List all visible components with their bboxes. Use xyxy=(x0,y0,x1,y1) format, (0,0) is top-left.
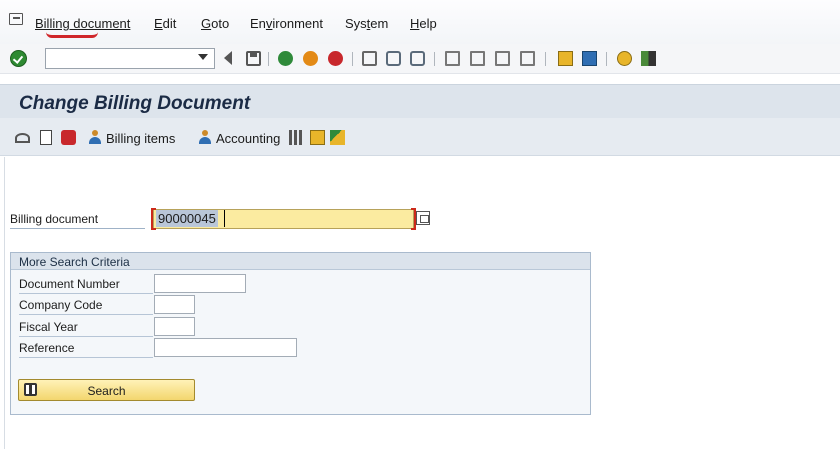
billing-items-icon[interactable] xyxy=(88,130,102,145)
menu-label: elp xyxy=(419,16,437,31)
back-icon[interactable] xyxy=(224,51,232,65)
previous-page-icon[interactable] xyxy=(470,51,485,66)
fiscal-year-input[interactable] xyxy=(154,317,195,336)
first-page-icon[interactable] xyxy=(445,51,460,66)
focus-bracket-left xyxy=(151,208,156,230)
menu-label: Billing document xyxy=(35,16,131,31)
accounting-icon[interactable] xyxy=(198,130,212,145)
text-cursor xyxy=(224,210,225,227)
standard-toolbar xyxy=(0,44,840,74)
menu-mnemonic: E xyxy=(154,16,163,31)
menu-label: dit xyxy=(162,16,177,31)
output-icon[interactable] xyxy=(310,130,325,145)
menu-mnemonic: G xyxy=(201,16,212,31)
menu-label: oto xyxy=(211,16,230,31)
find-next-icon[interactable] xyxy=(410,51,425,66)
document-number-label: Document Number xyxy=(19,277,153,294)
group-title: More Search Criteria xyxy=(11,253,590,270)
company-code-label: Company Code xyxy=(19,298,153,315)
red-annotation-mark xyxy=(46,32,98,38)
menu-icon[interactable] xyxy=(9,13,23,25)
release-icon[interactable] xyxy=(330,130,345,145)
document-number-input[interactable] xyxy=(154,274,246,293)
toolbar-separator xyxy=(352,52,353,66)
company-code-input[interactable] xyxy=(154,295,195,314)
find-icon[interactable] xyxy=(386,51,401,66)
search-help-icon[interactable] xyxy=(416,211,430,225)
toolbar-separator xyxy=(545,52,546,66)
menu-billing-document[interactable]: Billing document xyxy=(35,16,130,31)
exit-icon[interactable] xyxy=(303,51,318,66)
document-flow-icon[interactable] xyxy=(289,130,304,145)
chevron-down-icon[interactable] xyxy=(198,54,208,60)
menu-help[interactable]: Help xyxy=(410,16,437,31)
title-bar: Change Billing Document xyxy=(0,84,840,118)
menu-label: em xyxy=(370,16,389,31)
reference-input[interactable] xyxy=(154,338,297,357)
help-icon[interactable] xyxy=(617,51,632,66)
menu-edit[interactable]: Edit xyxy=(154,16,176,31)
back-green-icon[interactable] xyxy=(278,51,293,66)
reference-label: Reference xyxy=(19,341,153,358)
billing-document-label: Billing document xyxy=(10,212,145,229)
layout-icon[interactable] xyxy=(641,51,656,66)
menu-label: ironment xyxy=(272,16,323,31)
page-title: Change Billing Document xyxy=(19,93,251,114)
command-field[interactable] xyxy=(45,48,215,69)
search-button-label: Search xyxy=(87,384,126,398)
next-page-icon[interactable] xyxy=(495,51,510,66)
print-icon[interactable] xyxy=(362,51,377,66)
menu-system[interactable]: System xyxy=(345,16,388,31)
menu-environment[interactable]: Environment xyxy=(250,16,323,31)
billing-document-value: 90000045 xyxy=(156,210,218,227)
accounting-button[interactable]: Accounting xyxy=(216,131,280,146)
cancel-icon[interactable] xyxy=(328,51,343,66)
cancel-document-icon[interactable] xyxy=(61,130,76,145)
save-icon[interactable] xyxy=(246,51,261,66)
menu-mnemonic: H xyxy=(410,16,420,31)
more-search-criteria-group: More Search Criteria Document Number Com… xyxy=(10,252,591,415)
fiscal-year-label: Fiscal Year xyxy=(19,320,153,337)
menu-label: En xyxy=(250,16,266,31)
last-page-icon[interactable] xyxy=(520,51,535,66)
search-button[interactable]: Search xyxy=(18,379,195,401)
menu-goto[interactable]: Goto xyxy=(201,16,229,31)
toolbar-separator xyxy=(606,52,607,66)
shortcut-icon[interactable] xyxy=(582,51,597,66)
new-document-icon[interactable] xyxy=(40,130,52,145)
toolbar-separator xyxy=(434,52,435,66)
create-session-icon[interactable] xyxy=(558,51,573,66)
toolbar-separator xyxy=(268,52,269,66)
display-icon[interactable] xyxy=(15,133,30,143)
menu-bar: Billing document Edit Goto Environment S… xyxy=(0,0,840,44)
menu-label: Sys xyxy=(345,16,367,31)
billing-items-button[interactable]: Billing items xyxy=(106,131,175,146)
enter-icon[interactable] xyxy=(10,50,27,67)
